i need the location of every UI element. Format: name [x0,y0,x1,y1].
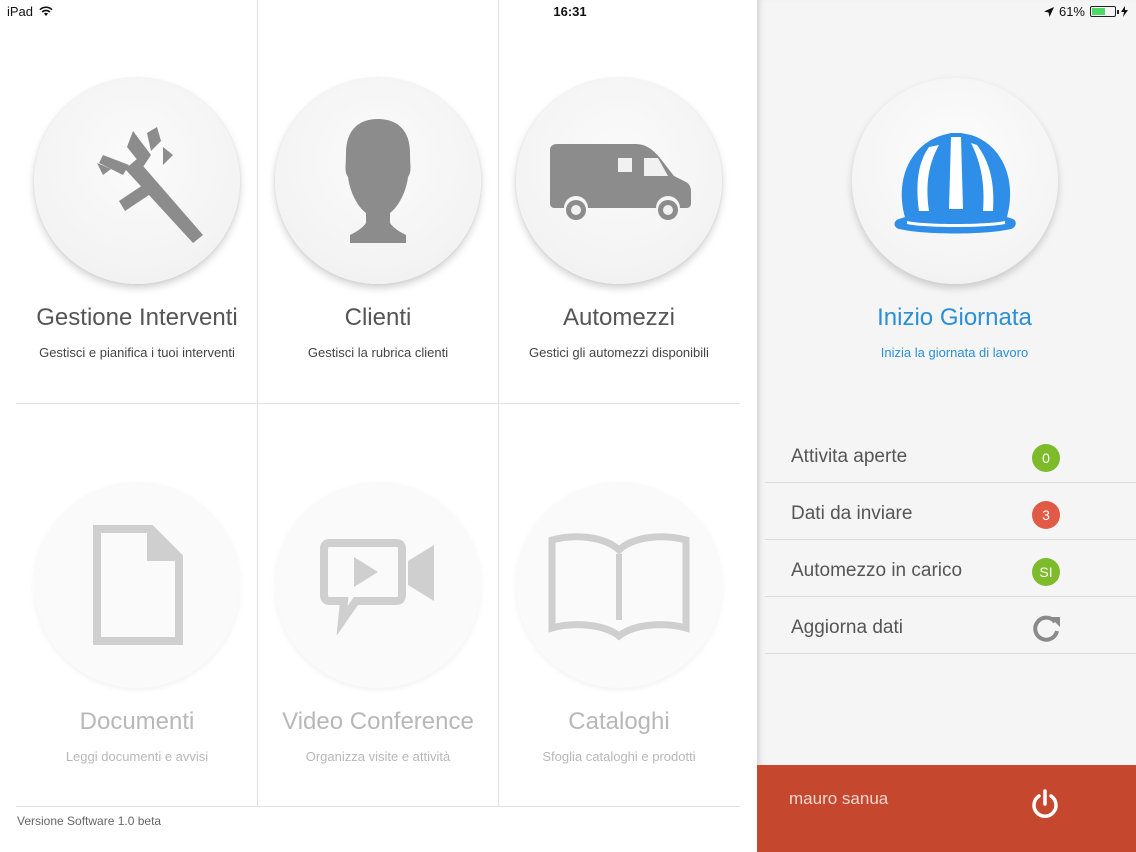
battery-percent: 61% [1058,4,1085,19]
status-time: 16:31 [553,4,587,19]
start-day-button[interactable] [852,78,1058,284]
tile-subtitle: Organizza visite e attività [305,749,451,764]
person-icon [345,119,411,243]
tile-video-conference[interactable]: Video Conference Organizza visite e atti… [258,404,498,806]
tile-subtitle: Gestisci la rubrica clienti [307,345,449,360]
tile-icon-circle [516,78,722,284]
tile-title: Documenti [79,708,195,735]
user-name: mauro sanua [789,789,889,808]
hard-hat-icon [894,133,1016,234]
status-list: Attivita aperte 0 Dati da inviare 3 Auto… [765,426,1136,654]
row-refresh-data[interactable]: Aggiorna dati [765,597,1136,654]
row-label: Attivita aperte [791,446,908,467]
tile-subtitle: Sfoglia cataloghi e prodotti [542,749,696,764]
row-label: Automezzo in carico [791,560,963,581]
tile-title: Video Conference [282,708,474,735]
tile-subtitle: Gestisci e pianifica i tuoi interventi [39,345,235,360]
start-day-title[interactable]: Inizio Giornata [757,304,1136,332]
document-icon [93,525,183,645]
tile-documenti[interactable]: Documenti Leggi documenti e avvisi [17,404,257,806]
status-badge: SI [1032,558,1060,586]
book-icon [548,533,690,641]
refresh-icon[interactable] [1030,613,1062,645]
van-icon [550,144,691,220]
grid-divider [16,806,740,807]
tile-title: Gestione Interventi [36,304,238,331]
row-open-activities[interactable]: Attivita aperte 0 [765,426,1136,483]
row-vehicle-assigned[interactable]: Automezzo in carico SI [765,540,1136,597]
tile-title: Clienti [344,304,412,331]
start-day-subtitle: Inizia la giornata di lavoro [880,345,1029,360]
power-icon[interactable] [1029,788,1061,820]
caliper-icon [97,127,203,243]
row-label: Aggiorna dati [791,617,903,638]
tile-icon-circle [275,482,481,688]
tile-automezzi[interactable]: Automezzi Gestici gli automezzi disponib… [499,0,739,403]
tile-subtitle: Leggi documenti e avvisi [65,749,209,764]
tile-subtitle: Gestici gli automezzi disponibili [529,345,709,360]
location-arrow-icon [1043,6,1054,17]
tile-title: Cataloghi [568,708,670,735]
tile-clienti[interactable]: Clienti Gestisci la rubrica clienti [258,0,498,403]
status-bar: iPad 16:31 61% [0,0,1136,24]
main-menu: Gestione Interventi Gestisci e pianifica… [0,0,757,852]
software-version: Versione Software 1.0 beta [17,814,162,828]
side-panel: Inizio Giornata Inizia la giornata di la… [757,0,1136,852]
tile-title: Automezzi [562,304,676,331]
charging-bolt-icon [1121,6,1128,17]
tile-cataloghi[interactable]: Cataloghi Sfoglia cataloghi e prodotti [499,404,739,806]
tile-icon-circle [516,482,722,688]
status-badge: 0 [1032,444,1060,472]
row-data-to-send[interactable]: Dati da inviare 3 [765,483,1136,540]
status-badge: 3 [1032,501,1060,529]
row-label: Dati da inviare [791,503,913,524]
battery-icon [1090,6,1119,17]
video-chat-icon [320,539,434,635]
user-footer: mauro sanua [757,765,1136,852]
tile-icon-circle [34,482,240,688]
tile-gestione-interventi[interactable]: Gestione Interventi Gestisci e pianifica… [17,0,257,403]
tile-icon-circle [34,78,240,284]
status-right: 61% [1043,4,1128,19]
tile-icon-circle [275,78,481,284]
